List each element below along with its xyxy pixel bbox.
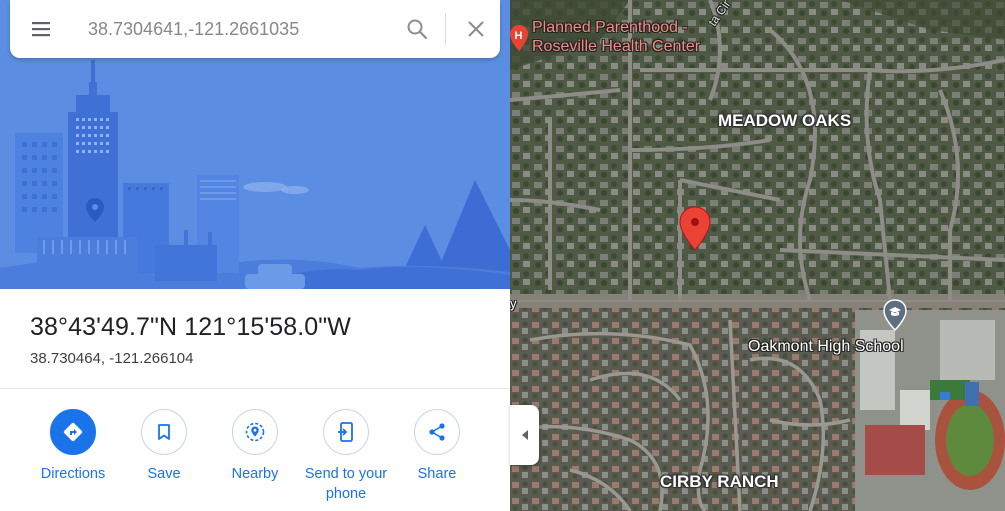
share-label: Share (417, 466, 457, 482)
menu-button[interactable] (10, 0, 72, 58)
close-icon (468, 21, 484, 37)
poi-planned-parenthood[interactable]: Planned Parenthood - Roseville Health Ce… (532, 18, 700, 56)
save-button[interactable]: Save (119, 409, 209, 484)
label-meadow-oaks: MEADOW OAKS (718, 111, 852, 130)
place-header: 38°43'49.7"N 121°15'58.0"W 38.730464, -1… (0, 289, 510, 389)
share-circle (414, 409, 460, 455)
directions-icon (63, 422, 83, 442)
send-to-phone-label: Send to your phone (304, 466, 388, 502)
nearby-icon (245, 422, 265, 442)
search-box (10, 0, 500, 58)
send-to-phone-circle (323, 409, 369, 455)
share-icon (429, 423, 445, 441)
search-icon (407, 19, 428, 40)
nearby-circle (232, 409, 278, 455)
nearby-button[interactable]: Nearby (210, 409, 300, 484)
send-to-phone-button[interactable]: Send to your phone (301, 409, 391, 504)
place-panel: 38°43'49.7"N 121°15'58.0"W 38.730464, -1… (0, 0, 510, 511)
share-button[interactable]: Share (392, 409, 482, 484)
directions-label: Directions (40, 466, 106, 482)
search-divider (445, 13, 446, 45)
poi-planned-parenthood-line2: Roseville Health Center (532, 38, 701, 55)
maps-app: 38°43'49.7"N 121°15'58.0"W 38.730464, -1… (0, 0, 1005, 511)
action-buttons: Directions Save Nearby Send to your phon… (0, 389, 510, 511)
coordinates-dms: 38°43'49.7"N 121°15'58.0"W (30, 313, 351, 341)
search-input[interactable] (72, 9, 393, 49)
label-cirby-ranch: CIRBY RANCH (660, 472, 779, 491)
clear-search-button[interactable] (452, 0, 500, 58)
bookmark-icon (158, 424, 170, 440)
poi-planned-parenthood-line1: Planned Parenthood - (532, 19, 688, 36)
coordinates-decimal: 38.730464, -121.266104 (30, 350, 194, 367)
send-to-phone-icon (338, 422, 353, 442)
directions-button[interactable]: Directions (28, 409, 118, 484)
collapse-panel-button[interactable] (510, 405, 539, 465)
search-button[interactable] (393, 0, 441, 58)
svg-text:H: H (515, 30, 523, 42)
satellite-map[interactable]: H Planned Parenthood - Roseville Health … (510, 0, 1005, 511)
hamburger-menu-icon (32, 22, 50, 37)
chevron-left-icon (521, 430, 528, 440)
save-label: Save (147, 466, 181, 482)
poi-oakmont-high-school[interactable]: Oakmont High School (748, 338, 904, 356)
road-label-fragment: y (510, 296, 517, 311)
directions-circle (50, 409, 96, 455)
save-circle (141, 409, 187, 455)
nearby-label: Nearby (231, 466, 279, 482)
